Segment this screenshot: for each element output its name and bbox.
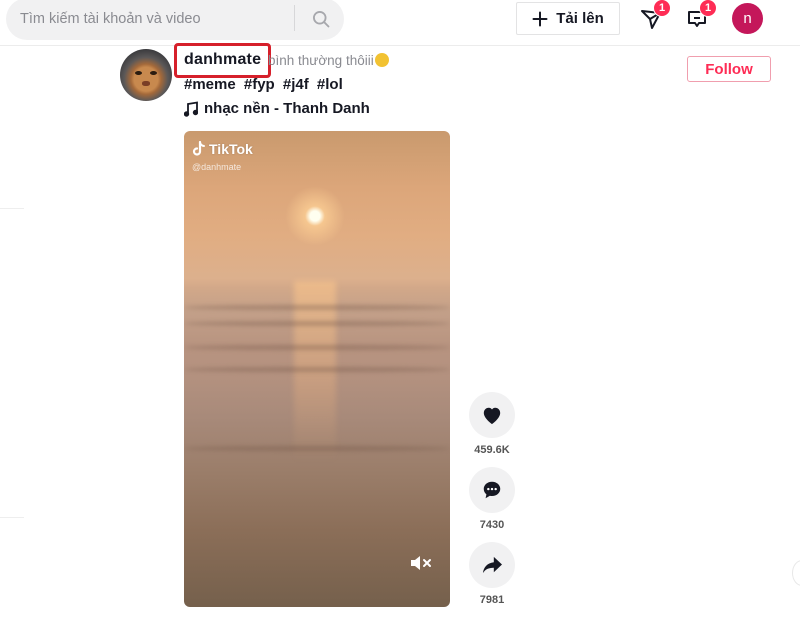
- tiktok-logo-icon: [192, 141, 205, 156]
- action-bar: 459.6K 7430 7981: [469, 392, 515, 617]
- video-wave: [184, 367, 450, 372]
- avatar-eye: [150, 71, 157, 75]
- avatar-eye: [135, 71, 142, 75]
- watermark-handle: @danhmate: [192, 162, 242, 172]
- messages-badge: 1: [699, 0, 717, 17]
- hashtag-list: #meme #fyp #j4f #lol: [184, 76, 347, 93]
- music-note-icon: [184, 100, 198, 117]
- share-action: 7981: [469, 542, 515, 617]
- plus-icon: [532, 11, 548, 26]
- video-sun: [280, 181, 350, 251]
- profile-avatar[interactable]: n: [732, 3, 763, 34]
- tiktok-watermark: TikTok: [192, 141, 253, 157]
- like-action: 459.6K: [469, 392, 515, 467]
- hashtag-link[interactable]: #lol: [317, 76, 343, 93]
- video-wave: [184, 305, 450, 310]
- share-arrow-icon: [482, 556, 502, 574]
- inbox-badge: 1: [653, 0, 671, 17]
- caption-text: bình thường thôiii: [268, 53, 374, 68]
- music-link[interactable]: nhạc nền - Thanh Danh: [184, 100, 370, 117]
- sidebar-divider: [0, 208, 24, 209]
- search-divider: [294, 5, 295, 31]
- top-bar: Tải lên 1 1 n: [0, 0, 800, 46]
- video-wave: [184, 446, 450, 451]
- comment-action: 7430: [469, 467, 515, 542]
- search-icon: [313, 11, 330, 28]
- comment-icon: [483, 481, 501, 499]
- hashtag-link[interactable]: #j4f: [283, 76, 309, 93]
- scroll-next-button[interactable]: [792, 560, 800, 586]
- volume-muted-icon: [411, 556, 431, 570]
- inbox-button[interactable]: 1: [636, 0, 671, 34]
- sidebar-divider: [0, 517, 24, 518]
- music-title: nhạc nền - Thanh Danh: [204, 100, 370, 117]
- search-bar: [6, 0, 344, 40]
- heart-icon: [483, 407, 501, 425]
- messages-button[interactable]: 1: [682, 0, 717, 34]
- author-username[interactable]: danhmate: [184, 51, 261, 69]
- video-wave: [184, 321, 450, 326]
- like-button[interactable]: [469, 392, 515, 438]
- profile-initial: n: [743, 10, 752, 27]
- upload-label: Tải lên: [556, 10, 604, 27]
- share-button[interactable]: [469, 542, 515, 588]
- search-button[interactable]: [304, 4, 338, 34]
- comment-count: 7430: [479, 519, 505, 531]
- watermark-brand: TikTok: [209, 141, 253, 157]
- hashtag-link[interactable]: #meme: [184, 76, 236, 93]
- follow-button[interactable]: Follow: [687, 56, 771, 82]
- comment-button[interactable]: [469, 467, 515, 513]
- search-input[interactable]: [20, 8, 290, 30]
- hashtag-link[interactable]: #fyp: [244, 76, 275, 93]
- author-avatar[interactable]: [120, 49, 172, 101]
- video-wave: [184, 345, 450, 350]
- avatar-nose: [142, 81, 150, 86]
- mute-button[interactable]: [408, 552, 434, 574]
- post-caption: bình thường thôiii: [268, 53, 389, 68]
- video-player[interactable]: TikTok @danhmate: [184, 131, 450, 607]
- emoji-icon: [374, 53, 389, 67]
- share-count: 7981: [479, 594, 505, 606]
- upload-button[interactable]: Tải lên: [516, 2, 620, 35]
- like-count: 459.6K: [474, 444, 510, 456]
